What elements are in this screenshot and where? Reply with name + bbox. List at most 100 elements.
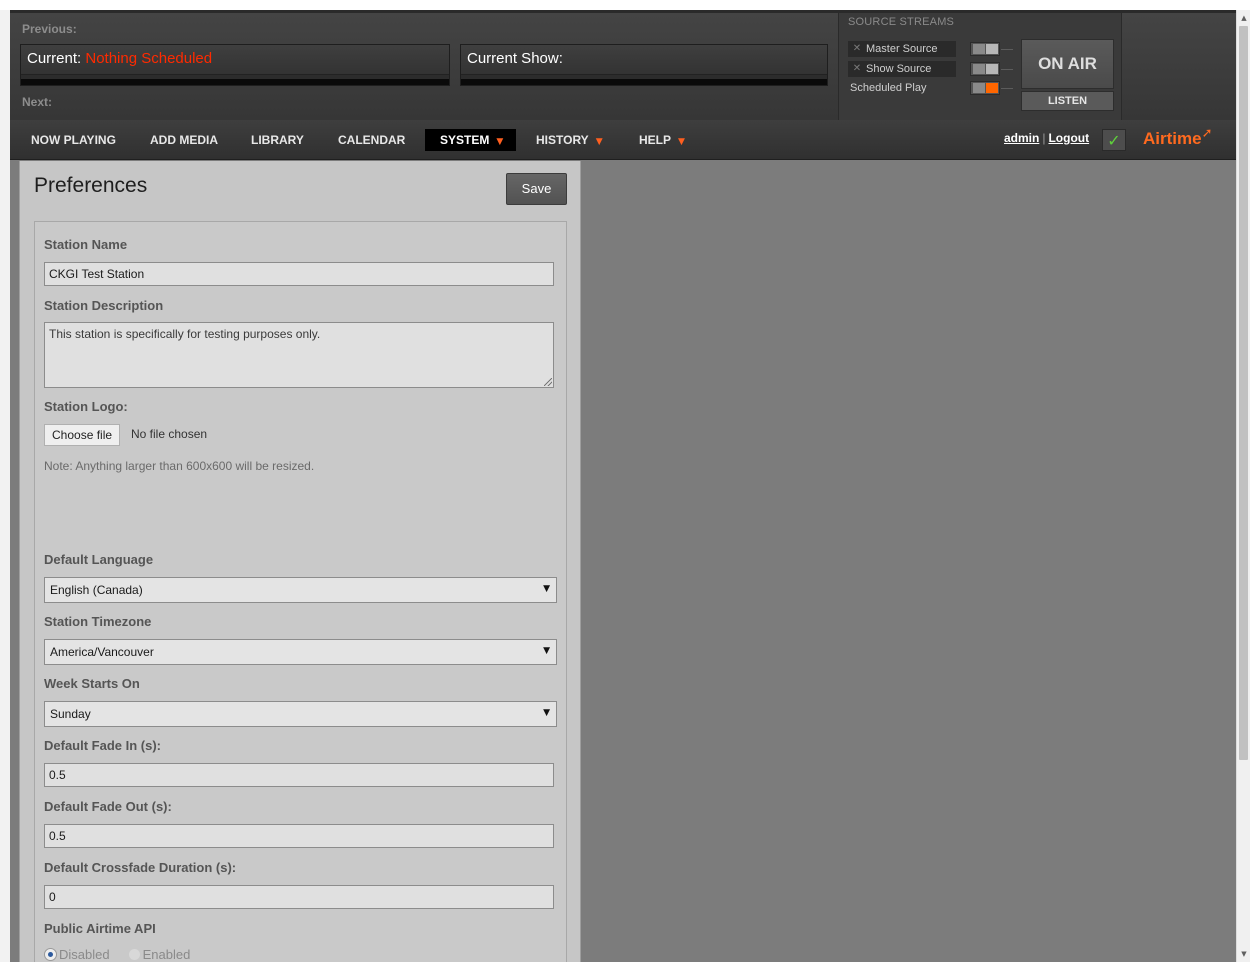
nav-label: NOW PLAYING (31, 133, 116, 147)
station-name-input[interactable]: CKGI Test Station (44, 262, 554, 286)
week-starts-value: Sunday (50, 707, 91, 721)
nav-label: ADD MEDIA (150, 133, 218, 147)
connector-line (1001, 69, 1013, 70)
close-icon[interactable]: ✕ (851, 61, 863, 77)
user-links: admin | Logout (1004, 131, 1089, 145)
show-source-row: ✕ Show Source (848, 61, 956, 77)
crossfade-label: Default Crossfade Duration (s): (44, 860, 237, 875)
logo-size-note: Note: Anything larger than 600x600 will … (44, 459, 315, 473)
logout-link[interactable]: Logout (1048, 131, 1089, 145)
choose-file-button[interactable]: Choose file (44, 424, 121, 446)
resize-grip-icon[interactable] (544, 378, 552, 386)
link-separator: | (1042, 131, 1046, 145)
switch-knob (973, 64, 985, 74)
station-description-textarea[interactable]: This station is specifically for testing… (44, 322, 554, 388)
current-show-label: Current Show: (467, 50, 563, 67)
api-enabled-label: Enabled (142, 947, 191, 962)
nav-library[interactable]: LIBRARY (251, 129, 304, 151)
current-track-value: Nothing Scheduled (85, 50, 213, 67)
show-source-switch[interactable] (970, 62, 1000, 76)
api-enabled-radio[interactable] (127, 948, 141, 962)
fade-in-label: Default Fade In (s): (44, 738, 162, 753)
connector-line (1001, 49, 1013, 50)
current-show-row: Current Show: (461, 45, 827, 75)
default-language-value: English (Canada) (50, 583, 143, 597)
week-starts-label: Week Starts On (44, 676, 140, 691)
current-progress-bar (21, 79, 449, 85)
current-show-box: Current Show: (460, 44, 828, 86)
on-air-indicator: ON AIR (1021, 39, 1114, 89)
station-description-label: Station Description (44, 298, 164, 313)
file-status: No file chosen (131, 427, 208, 441)
previous-label: Previous: (22, 22, 77, 36)
next-label: Next: (22, 95, 53, 109)
current-track-box: Current: Nothing Scheduled (20, 44, 450, 86)
current-track-row: Current: Nothing Scheduled (21, 45, 449, 75)
brand-name: Airtime (1143, 129, 1202, 148)
page-scrollbar[interactable]: ▲ ▼ (1236, 10, 1250, 962)
nav-label: HELP (639, 133, 672, 147)
nav-now-playing[interactable]: NOW PLAYING (31, 129, 116, 151)
nav-label: SYSTEM (440, 133, 490, 147)
default-language-label: Default Language (44, 552, 154, 567)
main-nav: NOW PLAYING ADD MEDIA LIBRARY CALENDAR S… (10, 120, 1236, 160)
scroll-down-icon[interactable]: ▼ (1237, 946, 1250, 962)
master-source-row: ✕ Master Source (848, 41, 956, 57)
nav-calendar[interactable]: CALENDAR (338, 129, 405, 151)
master-source-label: Master Source (866, 43, 938, 55)
station-description-value: This station is specifically for testing… (49, 327, 321, 341)
brand-arrow-icon: ➚ (1201, 126, 1213, 141)
window-left-edge (0, 10, 10, 962)
station-timezone-value: America/Vancouver (50, 645, 154, 659)
preferences-form: Station Name CKGI Test Station Station D… (34, 221, 567, 962)
station-logo-label: Station Logo: (44, 399, 128, 414)
fade-out-label: Default Fade Out (s): (44, 799, 172, 814)
save-button[interactable]: Save (506, 173, 567, 205)
nav-label: CALENDAR (338, 133, 406, 147)
station-name-label: Station Name (44, 237, 128, 252)
scheduled-play-label: Scheduled Play (850, 82, 927, 94)
user-link[interactable]: admin (1004, 131, 1039, 145)
station-timezone-select[interactable]: America/Vancouver ▼ (44, 639, 557, 665)
week-starts-select[interactable]: Sunday ▼ (44, 701, 557, 727)
caret-down-icon: ▼ (496, 137, 504, 147)
nav-history[interactable]: HISTORY ▼ (536, 129, 603, 151)
nav-label: HISTORY (536, 133, 589, 147)
fade-out-input[interactable]: 0.5 (44, 824, 554, 848)
public-api-radio-group: Disabled Enabled (44, 947, 190, 962)
nav-system[interactable]: SYSTEM ▼ (425, 129, 516, 151)
checkmark-icon[interactable]: ✓ (1102, 129, 1126, 151)
nav-help[interactable]: HELP ▼ (639, 129, 685, 151)
connector-line (1001, 88, 1013, 89)
scroll-up-icon[interactable]: ▲ (1237, 10, 1250, 26)
current-label: Current: (27, 50, 82, 67)
scheduled-play-switch[interactable] (970, 81, 1000, 95)
scheduled-play-row: Scheduled Play (848, 80, 956, 96)
public-api-label: Public Airtime API (44, 921, 156, 936)
switch-knob (986, 64, 998, 74)
switch-knob (973, 44, 985, 54)
source-streams-panel: SOURCE STREAMS ✕ Master Source ✕ Show So… (838, 13, 1122, 120)
chevron-down-icon: ▼ (543, 584, 550, 594)
scrollbar-thumb[interactable] (1239, 26, 1248, 760)
show-source-label: Show Source (866, 63, 932, 75)
switch-knob (986, 44, 998, 54)
listen-button[interactable]: LISTEN (1021, 91, 1114, 111)
source-streams-title: SOURCE STREAMS (848, 16, 955, 28)
show-progress-bar (461, 79, 827, 85)
nav-add-media[interactable]: ADD MEDIA (150, 129, 218, 151)
caret-down-icon: ▼ (678, 137, 685, 147)
caret-down-icon: ▼ (595, 137, 603, 147)
window-top-edge (0, 0, 1250, 10)
master-source-switch[interactable] (970, 42, 1000, 56)
close-icon[interactable]: ✕ (851, 41, 863, 57)
switch-knob-active (986, 83, 998, 93)
crossfade-input[interactable]: 0 (44, 885, 554, 909)
default-language-select[interactable]: English (Canada) ▼ (44, 577, 557, 603)
page-title: Preferences (34, 174, 148, 197)
preferences-panel: Preferences Save Station Name CKGI Test … (19, 161, 581, 962)
api-disabled-radio[interactable] (44, 948, 57, 962)
chevron-down-icon: ▼ (543, 708, 550, 718)
station-timezone-label: Station Timezone (44, 614, 152, 629)
fade-in-input[interactable]: 0.5 (44, 763, 554, 787)
